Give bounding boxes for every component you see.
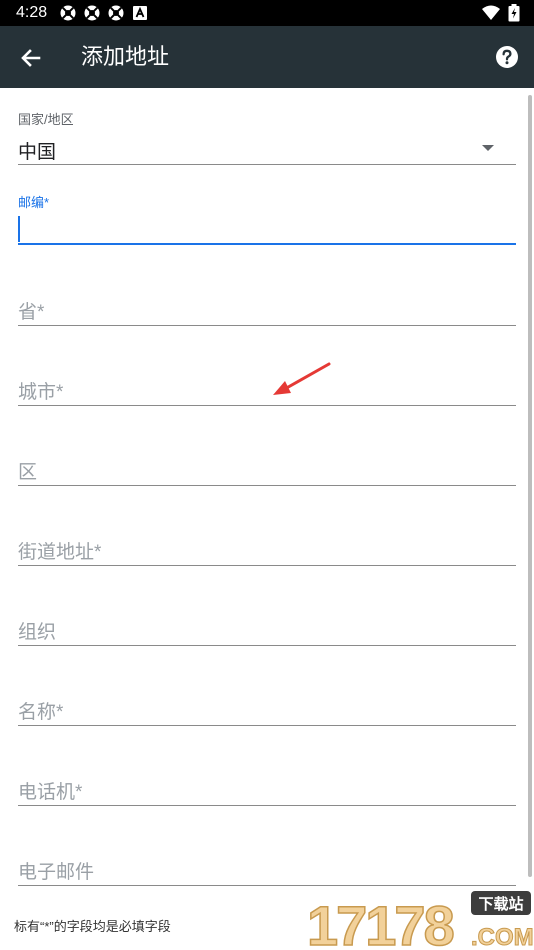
phone-placeholder: 电话机* [18, 782, 83, 803]
phone-underline [18, 805, 516, 806]
watermark-logo: 17178 下载站 .COM [306, 891, 534, 950]
required-fields-note: 标有“*”的字段均是必填字段 [14, 919, 171, 934]
notification-icon [60, 5, 76, 21]
back-arrow-icon[interactable] [16, 43, 46, 73]
organization-underline [18, 645, 516, 646]
district-underline [18, 485, 516, 486]
email-placeholder: 电子邮件 [18, 862, 95, 883]
province-placeholder: 省* [18, 302, 45, 323]
district-placeholder: 区 [18, 462, 38, 483]
country-value: 中国 [18, 142, 57, 163]
scrollbar[interactable] [528, 95, 532, 877]
name-underline [18, 725, 516, 726]
country-label: 国家/地区 [18, 112, 74, 127]
country-underline [18, 164, 516, 165]
battery-icon [508, 4, 520, 22]
province-underline [18, 325, 516, 326]
watermark-sub-text: .COM [471, 924, 534, 950]
city-underline [18, 405, 516, 406]
help-icon[interactable] [495, 45, 519, 69]
annotation-arrow-icon [273, 362, 331, 395]
name-placeholder: 名称* [18, 702, 64, 723]
watermark-main-text: 17178 [307, 894, 454, 950]
notification-icon [108, 5, 124, 21]
street-placeholder: 街道地址* [18, 542, 102, 563]
app-bar: 添加地址 [0, 26, 534, 88]
dropdown-arrow-icon [482, 145, 494, 151]
status-bar: 4:28 [0, 0, 534, 26]
city-placeholder: 城市* [18, 382, 64, 403]
wifi-icon [482, 5, 500, 20]
organization-placeholder: 组织 [18, 622, 57, 643]
notification-icon [84, 5, 100, 21]
text-cursor [18, 216, 20, 242]
status-time: 4:28 [16, 4, 48, 21]
postal-code-underline [18, 243, 516, 245]
email-underline [18, 885, 516, 886]
page-title: 添加地址 [81, 44, 170, 69]
watermark-badge-text: 下载站 [478, 895, 523, 913]
a-icon [133, 6, 147, 20]
street-underline [18, 565, 516, 566]
postal-code-label: 邮编* [18, 195, 50, 210]
